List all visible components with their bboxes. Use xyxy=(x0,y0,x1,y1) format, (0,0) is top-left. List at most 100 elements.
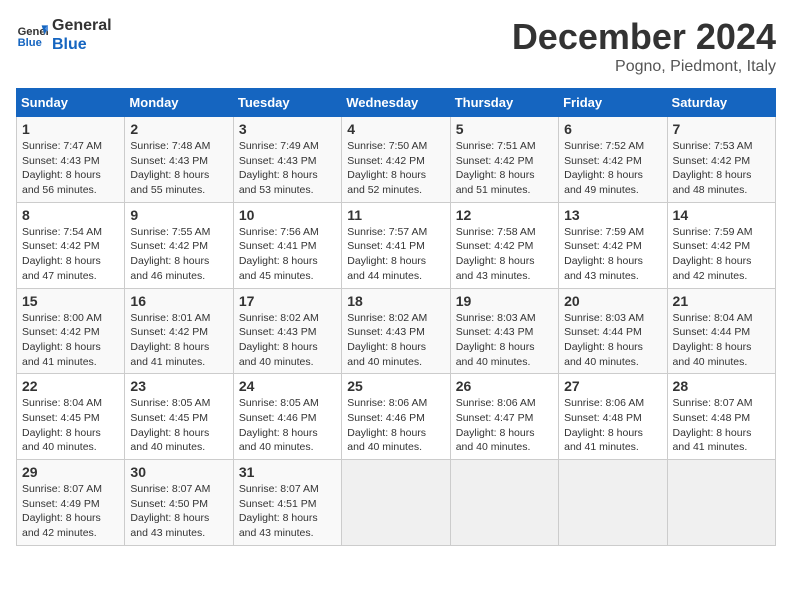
calendar-cell: 26 Sunrise: 8:06 AM Sunset: 4:47 PM Dayl… xyxy=(450,374,558,460)
day-number: 27 xyxy=(564,378,661,394)
calendar-cell: 2 Sunrise: 7:48 AM Sunset: 4:43 PM Dayli… xyxy=(125,117,233,203)
calendar-cell: 13 Sunrise: 7:59 AM Sunset: 4:42 PM Dayl… xyxy=(559,202,667,288)
calendar-cell: 4 Sunrise: 7:50 AM Sunset: 4:42 PM Dayli… xyxy=(342,117,450,203)
sunrise-label: Sunrise: 8:04 AM xyxy=(22,397,102,409)
day-info: Sunrise: 7:51 AM Sunset: 4:42 PM Dayligh… xyxy=(456,139,553,198)
daylight-minutes: and 41 minutes. xyxy=(130,356,205,368)
sunrise-label: Sunrise: 8:05 AM xyxy=(239,397,319,409)
daylight-label: Daylight: 8 hours xyxy=(456,169,535,181)
day-info: Sunrise: 8:02 AM Sunset: 4:43 PM Dayligh… xyxy=(239,311,336,370)
sunset-label: Sunset: 4:45 PM xyxy=(130,412,208,424)
day-number: 29 xyxy=(22,464,119,480)
daylight-label: Daylight: 8 hours xyxy=(22,169,101,181)
daylight-minutes: and 47 minutes. xyxy=(22,270,97,282)
day-info: Sunrise: 8:03 AM Sunset: 4:44 PM Dayligh… xyxy=(564,311,661,370)
day-info: Sunrise: 7:50 AM Sunset: 4:42 PM Dayligh… xyxy=(347,139,444,198)
sunset-label: Sunset: 4:42 PM xyxy=(673,155,751,167)
sunset-label: Sunset: 4:42 PM xyxy=(564,155,642,167)
calendar-cell: 6 Sunrise: 7:52 AM Sunset: 4:42 PM Dayli… xyxy=(559,117,667,203)
sunrise-label: Sunrise: 8:02 AM xyxy=(239,312,319,324)
day-number: 15 xyxy=(22,293,119,309)
calendar-cell: 30 Sunrise: 8:07 AM Sunset: 4:50 PM Dayl… xyxy=(125,460,233,546)
day-number: 17 xyxy=(239,293,336,309)
sunrise-label: Sunrise: 7:49 AM xyxy=(239,140,319,152)
calendar-cell: 8 Sunrise: 7:54 AM Sunset: 4:42 PM Dayli… xyxy=(17,202,125,288)
sunrise-label: Sunrise: 8:02 AM xyxy=(347,312,427,324)
day-info: Sunrise: 8:00 AM Sunset: 4:42 PM Dayligh… xyxy=(22,311,119,370)
col-tuesday: Tuesday xyxy=(233,89,341,117)
day-number: 8 xyxy=(22,207,119,223)
sunset-label: Sunset: 4:43 PM xyxy=(239,155,317,167)
day-info: Sunrise: 7:54 AM Sunset: 4:42 PM Dayligh… xyxy=(22,225,119,284)
day-info: Sunrise: 7:55 AM Sunset: 4:42 PM Dayligh… xyxy=(130,225,227,284)
location-subtitle: Pogno, Piedmont, Italy xyxy=(512,58,776,76)
sunset-label: Sunset: 4:43 PM xyxy=(22,155,100,167)
sunrise-label: Sunrise: 7:48 AM xyxy=(130,140,210,152)
day-number: 4 xyxy=(347,121,444,137)
daylight-minutes: and 40 minutes. xyxy=(347,441,422,453)
sunset-label: Sunset: 4:42 PM xyxy=(130,326,208,338)
sunrise-label: Sunrise: 7:58 AM xyxy=(456,226,536,238)
calendar-week-row: 22 Sunrise: 8:04 AM Sunset: 4:45 PM Dayl… xyxy=(17,374,776,460)
day-info: Sunrise: 8:07 AM Sunset: 4:48 PM Dayligh… xyxy=(673,396,770,455)
sunset-label: Sunset: 4:42 PM xyxy=(22,240,100,252)
calendar-week-row: 15 Sunrise: 8:00 AM Sunset: 4:42 PM Dayl… xyxy=(17,288,776,374)
sunset-label: Sunset: 4:42 PM xyxy=(564,240,642,252)
svg-text:Blue: Blue xyxy=(18,37,42,49)
col-thursday: Thursday xyxy=(450,89,558,117)
day-info: Sunrise: 7:57 AM Sunset: 4:41 PM Dayligh… xyxy=(347,225,444,284)
daylight-minutes: and 40 minutes. xyxy=(130,441,205,453)
sunrise-label: Sunrise: 8:04 AM xyxy=(673,312,753,324)
day-number: 26 xyxy=(456,378,553,394)
calendar-cell: 15 Sunrise: 8:00 AM Sunset: 4:42 PM Dayl… xyxy=(17,288,125,374)
daylight-label: Daylight: 8 hours xyxy=(130,427,209,439)
daylight-label: Daylight: 8 hours xyxy=(22,512,101,524)
day-number: 23 xyxy=(130,378,227,394)
daylight-minutes: and 43 minutes. xyxy=(130,527,205,539)
calendar-cell: 5 Sunrise: 7:51 AM Sunset: 4:42 PM Dayli… xyxy=(450,117,558,203)
header-row: Sunday Monday Tuesday Wednesday Thursday… xyxy=(17,89,776,117)
day-number: 24 xyxy=(239,378,336,394)
day-info: Sunrise: 8:01 AM Sunset: 4:42 PM Dayligh… xyxy=(130,311,227,370)
col-monday: Monday xyxy=(125,89,233,117)
calendar-cell: 11 Sunrise: 7:57 AM Sunset: 4:41 PM Dayl… xyxy=(342,202,450,288)
daylight-label: Daylight: 8 hours xyxy=(347,255,426,267)
calendar-cell xyxy=(450,460,558,546)
sunrise-label: Sunrise: 8:03 AM xyxy=(456,312,536,324)
day-number: 22 xyxy=(22,378,119,394)
daylight-minutes: and 40 minutes. xyxy=(456,356,531,368)
sunset-label: Sunset: 4:45 PM xyxy=(22,412,100,424)
daylight-label: Daylight: 8 hours xyxy=(673,255,752,267)
sunset-label: Sunset: 4:46 PM xyxy=(239,412,317,424)
day-number: 18 xyxy=(347,293,444,309)
sunrise-label: Sunrise: 8:01 AM xyxy=(130,312,210,324)
day-info: Sunrise: 8:05 AM Sunset: 4:46 PM Dayligh… xyxy=(239,396,336,455)
daylight-minutes: and 44 minutes. xyxy=(347,270,422,282)
daylight-minutes: and 40 minutes. xyxy=(564,356,639,368)
day-number: 31 xyxy=(239,464,336,480)
logo-icon: General Blue xyxy=(16,19,48,51)
day-number: 10 xyxy=(239,207,336,223)
day-number: 11 xyxy=(347,207,444,223)
calendar-cell: 9 Sunrise: 7:55 AM Sunset: 4:42 PM Dayli… xyxy=(125,202,233,288)
day-info: Sunrise: 8:02 AM Sunset: 4:43 PM Dayligh… xyxy=(347,311,444,370)
daylight-label: Daylight: 8 hours xyxy=(130,169,209,181)
daylight-minutes: and 40 minutes. xyxy=(347,356,422,368)
daylight-label: Daylight: 8 hours xyxy=(239,341,318,353)
sunset-label: Sunset: 4:43 PM xyxy=(456,326,534,338)
calendar-week-row: 1 Sunrise: 7:47 AM Sunset: 4:43 PM Dayli… xyxy=(17,117,776,203)
sunrise-label: Sunrise: 7:56 AM xyxy=(239,226,319,238)
sunset-label: Sunset: 4:43 PM xyxy=(239,326,317,338)
sunrise-label: Sunrise: 7:47 AM xyxy=(22,140,102,152)
calendar-cell: 17 Sunrise: 8:02 AM Sunset: 4:43 PM Dayl… xyxy=(233,288,341,374)
sunrise-label: Sunrise: 7:57 AM xyxy=(347,226,427,238)
sunrise-label: Sunrise: 7:51 AM xyxy=(456,140,536,152)
calendar-cell: 7 Sunrise: 7:53 AM Sunset: 4:42 PM Dayli… xyxy=(667,117,775,203)
daylight-minutes: and 48 minutes. xyxy=(673,184,748,196)
daylight-label: Daylight: 8 hours xyxy=(130,512,209,524)
calendar-cell: 22 Sunrise: 8:04 AM Sunset: 4:45 PM Dayl… xyxy=(17,374,125,460)
day-info: Sunrise: 7:59 AM Sunset: 4:42 PM Dayligh… xyxy=(564,225,661,284)
sunset-label: Sunset: 4:44 PM xyxy=(564,326,642,338)
calendar-week-row: 29 Sunrise: 8:07 AM Sunset: 4:49 PM Dayl… xyxy=(17,460,776,546)
calendar-cell xyxy=(667,460,775,546)
